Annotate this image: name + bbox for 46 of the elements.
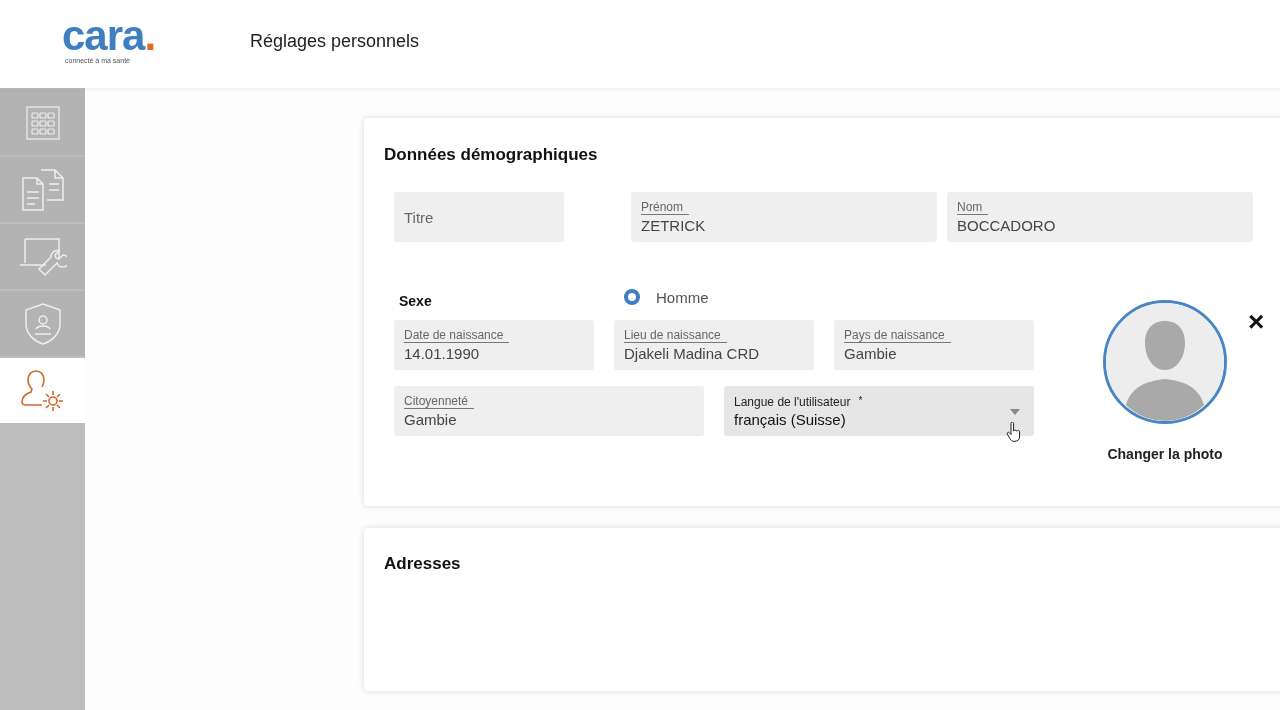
section-title: Adresses bbox=[383, 553, 462, 574]
field-label: Nom bbox=[957, 199, 989, 216]
user-settings-icon bbox=[20, 368, 65, 413]
logo-dot: . bbox=[144, 11, 157, 59]
field-label: Date de naissance bbox=[404, 327, 510, 344]
field-value: français (Suisse) bbox=[734, 410, 846, 428]
pointer-hand-icon bbox=[1006, 422, 1022, 442]
field-label: Prénom bbox=[641, 199, 690, 216]
text-field[interactable]: Lieu de naissance Djakeli Madina CRD bbox=[614, 320, 814, 370]
shield-user-icon bbox=[22, 301, 63, 346]
sidebar-item[interactable] bbox=[0, 224, 85, 289]
field-value: Gambie bbox=[404, 411, 458, 429]
field-label: Pays de naissance bbox=[844, 327, 951, 344]
sidebar-item[interactable] bbox=[0, 358, 85, 423]
logo-text: cara bbox=[62, 11, 145, 59]
field-label: Citoyenneté bbox=[404, 393, 475, 410]
citizenship-field[interactable]: Citoyenneté Gambie bbox=[394, 386, 704, 436]
text-field[interactable]: Date de naissance 14.01.1990 bbox=[394, 320, 594, 370]
field-label: Sexe bbox=[399, 293, 433, 309]
sidebar-item[interactable] bbox=[0, 157, 85, 222]
text-field[interactable]: Pays de naissance Gambie bbox=[834, 320, 1034, 370]
radio-button[interactable] bbox=[624, 289, 640, 305]
title-field[interactable]: Titre bbox=[394, 192, 564, 242]
sidebar-item[interactable] bbox=[0, 90, 85, 155]
first-name-field[interactable]: Prénom ZETRICK bbox=[631, 192, 937, 242]
documents-icon bbox=[20, 167, 65, 212]
field-label: Lieu de naissance bbox=[624, 327, 727, 344]
placeholder-text: Titre bbox=[404, 208, 435, 226]
field-value: 14.01.1990 bbox=[404, 345, 481, 363]
sidebar-item[interactable] bbox=[0, 291, 85, 356]
radio-label: Homme bbox=[656, 288, 709, 306]
section-title: Données démographiques bbox=[383, 144, 599, 165]
field-value: ZETRICK bbox=[641, 217, 707, 235]
required-mark: * bbox=[858, 394, 863, 408]
field-label: Langue de l'utilisateur bbox=[734, 394, 851, 409]
caret-icon bbox=[1010, 409, 1020, 415]
close-button[interactable]: × bbox=[1248, 308, 1265, 336]
page-title: Réglages personnels bbox=[250, 30, 420, 52]
field-value: Gambie bbox=[844, 345, 898, 363]
last-name-field[interactable]: Nom BOCCADORO bbox=[947, 192, 1253, 242]
field-value: Djakeli Madina CRD bbox=[624, 345, 761, 363]
field-value: BOCCADORO bbox=[957, 217, 1057, 235]
language-dropdown[interactable]: Langue de l'utilisateur * français (Suisse) bbox=[724, 386, 1034, 436]
grid-icon bbox=[24, 104, 61, 141]
change-photo-button[interactable]: Changer la photo bbox=[1107, 446, 1223, 462]
laptop-wrench-icon bbox=[18, 236, 67, 277]
